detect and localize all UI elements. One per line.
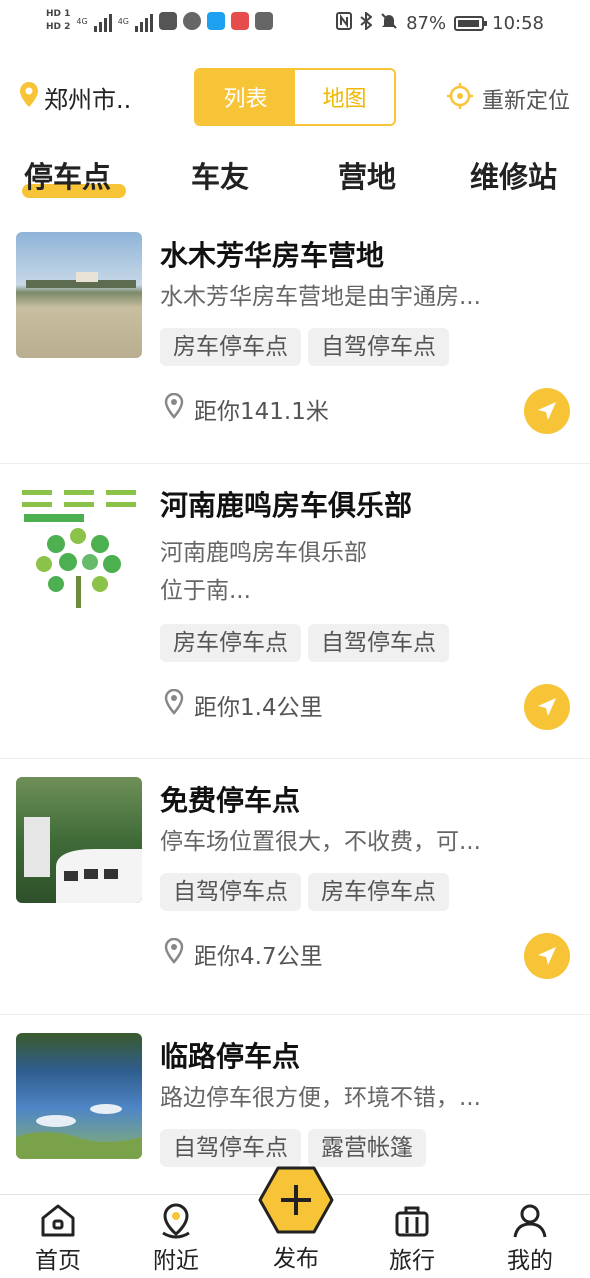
nav-travel-label: 旅行 xyxy=(389,1248,435,1274)
item-desc: 停车场位置很大，不收费，可... xyxy=(160,829,481,855)
distance-label: 距你1.4公里 xyxy=(194,695,323,721)
location-pin-icon xyxy=(164,392,184,425)
plus-hexagon-icon xyxy=(258,1166,334,1234)
tag: 自驾停车点 xyxy=(160,1129,301,1167)
navigate-button[interactable] xyxy=(524,388,570,434)
status-bar: HD 1 HD 2 4G 4G 87% 10:58 xyxy=(0,0,590,48)
mute-icon xyxy=(380,12,398,35)
tab-repair[interactable]: 维修站 xyxy=(470,154,557,196)
thumbnail-image xyxy=(16,486,142,612)
tag: 自驾停车点 xyxy=(308,624,449,662)
tab-map-view[interactable]: 地图 xyxy=(295,70,394,124)
location-pin-icon xyxy=(162,1203,190,1239)
navigation-arrow-icon xyxy=(538,698,556,716)
book-app-icon xyxy=(231,12,249,30)
navigate-button[interactable] xyxy=(524,684,570,730)
item-tags: 房车停车点 自驾停车点 xyxy=(160,328,449,366)
tag: 房车停车点 xyxy=(308,873,449,911)
item-title: 河南鹿鸣房车俱乐部 xyxy=(160,489,413,522)
tag: 露营帐篷 xyxy=(308,1129,426,1167)
item-distance: 距你141.1米 xyxy=(164,392,329,426)
list-item[interactable]: 免费停车点 停车场位置很大，不收费，可... 自驾停车点 房车停车点 距你4.7… xyxy=(0,759,590,1015)
tag: 自驾停车点 xyxy=(160,873,301,911)
net2-label: 4G xyxy=(117,16,129,26)
tab-campsite[interactable]: 营地 xyxy=(338,154,396,196)
status-left: HD 1 HD 2 4G 4G xyxy=(46,8,273,34)
navigate-button[interactable] xyxy=(524,933,570,979)
thumbnail-image xyxy=(16,1033,142,1159)
nav-nearby-label: 附近 xyxy=(153,1248,199,1274)
location-pin-icon xyxy=(18,81,40,115)
item-title: 临路停车点 xyxy=(160,1040,301,1073)
battery-percent: 87% xyxy=(406,13,447,34)
view-toggle: 列表 地图 xyxy=(194,68,396,126)
tag: 自驾停车点 xyxy=(308,328,449,366)
search-app-icon xyxy=(207,12,225,30)
parking-list: 水木芳华房车营地 水木芳华房车营地是由宇通房... 房车停车点 自驾停车点 距你… xyxy=(0,214,590,1215)
item-tags: 自驾停车点 露营帐篷 xyxy=(160,1129,426,1167)
tab-friends[interactable]: 车友 xyxy=(191,154,249,196)
relocate-button[interactable]: 重新定位 xyxy=(446,82,570,116)
navigation-arrow-icon xyxy=(538,402,556,420)
hd-indicator: HD 1 HD 2 xyxy=(46,8,70,34)
item-desc-line2: 位于南... xyxy=(160,578,251,604)
item-desc: 路边停车很方便，环境不错，... xyxy=(160,1085,481,1111)
relocate-label: 重新定位 xyxy=(481,89,570,114)
location-pin-icon xyxy=(164,937,184,970)
item-desc: 水木芳华房车营地是由宇通房... xyxy=(160,284,481,310)
distance-label: 距你4.7公里 xyxy=(194,944,323,970)
header: 郑州市.. 列表 地图 重新定位 xyxy=(0,68,590,126)
item-desc: 河南鹿鸣房车俱乐部 xyxy=(160,540,367,566)
tab-list-view[interactable]: 列表 xyxy=(196,70,295,124)
nav-publish-label-wrap: 发布 xyxy=(256,1239,336,1273)
nav-nearby[interactable]: 附近 xyxy=(136,1203,216,1275)
item-distance: 距你4.7公里 xyxy=(164,937,323,971)
category-tabs: 停车点 车友 营地 维修站 xyxy=(0,150,590,200)
nav-home[interactable]: 首页 xyxy=(18,1203,98,1275)
net1-label: 4G xyxy=(76,16,88,26)
bottom-nav: 首页 附近 发布 旅行 我的 xyxy=(0,1166,590,1278)
crosshair-icon xyxy=(446,82,474,116)
home-icon xyxy=(41,1204,75,1237)
user-icon xyxy=(513,1204,547,1238)
briefcase-icon xyxy=(395,1206,429,1237)
list-item[interactable]: 水木芳华房车营地 水木芳华房车营地是由宇通房... 房车停车点 自驾停车点 距你… xyxy=(0,214,590,464)
item-tags: 自驾停车点 房车停车点 xyxy=(160,873,449,911)
bluetooth-icon xyxy=(360,10,373,35)
nav-home-label: 首页 xyxy=(35,1248,81,1274)
tag: 房车停车点 xyxy=(160,328,301,366)
battery-icon xyxy=(454,16,488,31)
item-title: 水木芳华房车营地 xyxy=(160,239,385,272)
clock: 10:58 xyxy=(492,13,544,34)
item-distance: 距你1.4公里 xyxy=(164,688,323,722)
other-app-icon xyxy=(255,12,273,30)
city-label: 郑州市.. xyxy=(44,86,132,114)
nav-publish-label: 发布 xyxy=(273,1246,319,1272)
nav-profile-label: 我的 xyxy=(507,1248,553,1274)
browser-notification-icon xyxy=(183,12,201,30)
city-selector[interactable]: 郑州市.. xyxy=(18,80,131,115)
thumbnail-image xyxy=(16,777,142,903)
app-notification-icon xyxy=(159,12,177,30)
nfc-icon xyxy=(336,12,353,35)
item-tags: 房车停车点 自驾停车点 xyxy=(160,624,449,662)
signal2-icon xyxy=(135,10,153,32)
tag: 房车停车点 xyxy=(160,624,301,662)
navigation-arrow-icon xyxy=(538,947,556,965)
hd2-label: HD 2 xyxy=(46,22,71,32)
nav-travel[interactable]: 旅行 xyxy=(372,1203,452,1275)
thumbnail-image xyxy=(16,232,142,358)
distance-label: 距你141.1米 xyxy=(194,399,329,425)
status-right: 87% 10:58 xyxy=(336,10,544,35)
list-item[interactable]: 河南鹿鸣房车俱乐部 河南鹿鸣房车俱乐部 位于南... 房车停车点 自驾停车点 距… xyxy=(0,464,590,759)
nav-profile[interactable]: 我的 xyxy=(490,1203,570,1275)
signal-icon xyxy=(93,10,112,32)
hd1-label: HD 1 xyxy=(46,9,71,19)
tab-parking[interactable]: 停车点 xyxy=(24,154,111,196)
item-title: 免费停车点 xyxy=(160,784,301,817)
location-pin-icon xyxy=(164,688,184,721)
publish-button[interactable] xyxy=(258,1165,334,1235)
